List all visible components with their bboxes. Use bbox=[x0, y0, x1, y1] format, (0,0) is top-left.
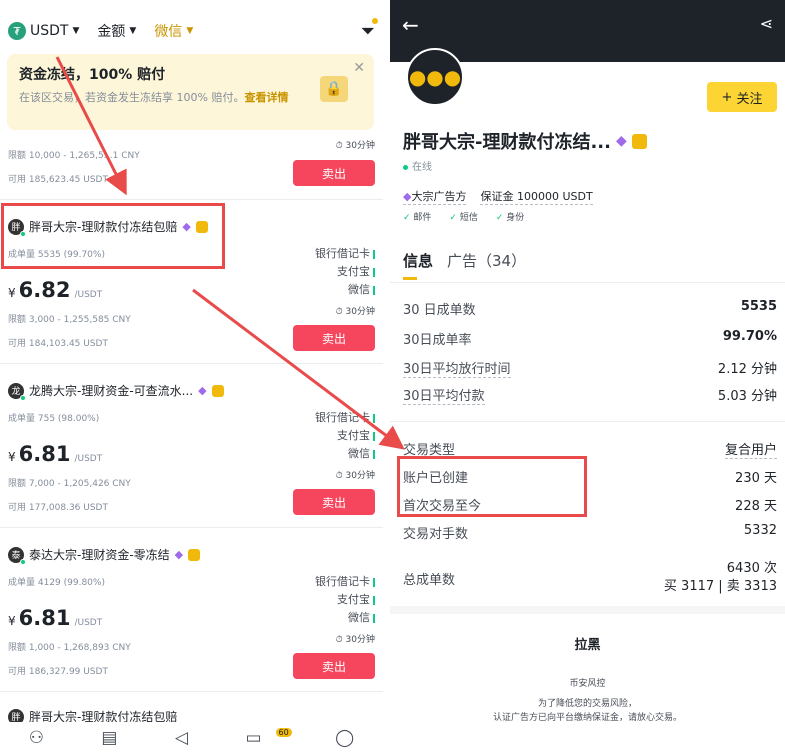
annotation-box bbox=[1, 203, 225, 269]
verifications: 邮件 短信 身份 bbox=[403, 210, 524, 223]
add-user-icon: + bbox=[721, 89, 737, 105]
tab-ads[interactable]: 广告（34） bbox=[447, 250, 526, 280]
limit-text: 限额 3,000 - 1,255,585 CNY bbox=[8, 315, 131, 325]
tab-info[interactable]: 信息 bbox=[403, 250, 433, 280]
payment-methods: 银行借记卡 支付宝 微信 bbox=[315, 409, 375, 463]
avatar: 泰 bbox=[8, 546, 26, 565]
stat-row: 30日成单率 99.70% bbox=[403, 329, 777, 348]
filter-bar: ₮ USDT ▼ 金额 ▼ 微信 ▼ ⏷ bbox=[0, 0, 383, 62]
block-button[interactable]: 拉黑 bbox=[390, 634, 785, 653]
p2p-icon[interactable]: ⚇ bbox=[29, 728, 44, 748]
offer-card: 泰 泰达大宗-理财资金-零冻结 ◆ 成单量 4129 (99.80%) 银行借记… bbox=[0, 528, 383, 692]
profile-tabs: 信息 广告（34） bbox=[403, 250, 526, 280]
amount-selector[interactable]: 金额 ▼ bbox=[97, 21, 136, 41]
shield-icon bbox=[211, 384, 224, 397]
ads-icon[interactable]: ◁ bbox=[175, 728, 188, 748]
price: ¥6.81/USDT bbox=[8, 442, 103, 466]
follow-button[interactable]: + 关注 bbox=[707, 82, 777, 112]
notice-title: 资金冻结，100% 赔付 bbox=[19, 67, 166, 83]
shield-icon bbox=[188, 548, 201, 561]
notice-text: 在该区交易，若资金发生冻结享 100% 赔付。查看详情 bbox=[19, 91, 289, 104]
bottom-nav: ⚇ ▤ ◁ ▭ 60 ◯ bbox=[0, 722, 383, 754]
limit-text: 限额 10,000 - 1,265,5…1 CNY bbox=[8, 151, 140, 161]
timer-text: ⏱ 30分钟 bbox=[335, 471, 375, 481]
share-icon[interactable]: ⋖ bbox=[760, 14, 773, 33]
tag-advertiser[interactable]: ◆大宗广告方 bbox=[403, 188, 467, 205]
avatar: ●●● bbox=[406, 48, 464, 106]
shield-icon bbox=[631, 133, 647, 149]
sell-button[interactable]: 卖出 bbox=[293, 160, 375, 186]
tether-icon: ₮ bbox=[8, 22, 26, 40]
payment-label: 微信 bbox=[154, 24, 183, 40]
freeze-notice: 资金冻结，100% 赔付 在该区交易，若资金发生冻结享 100% 赔付。查看详情… bbox=[7, 54, 374, 130]
diamond-icon: ◆ bbox=[198, 384, 207, 397]
merchant-profile-panel: ← ⋖ ●●● + 关注 胖哥大宗-理财款付冻结... ◆ 在线 ◆大宗广告方 … bbox=[390, 0, 785, 754]
detail-row: 交易对手数 5332 bbox=[403, 523, 777, 542]
avatar: 龙 bbox=[8, 382, 26, 401]
merchant-name: 胖哥大宗-理财款付冻结... ◆ bbox=[403, 128, 647, 154]
available-text: 可用 177,008.36 USDT bbox=[8, 503, 108, 513]
profile-icon[interactable]: ◯ bbox=[335, 728, 354, 748]
chat-icon[interactable]: ▭ 60 bbox=[245, 728, 292, 748]
coin-selector[interactable]: ₮ USDT ▼ bbox=[8, 22, 79, 40]
filter-icon[interactable]: ⏷ bbox=[361, 17, 378, 42]
orders-icon[interactable]: ▤ bbox=[101, 728, 117, 748]
caret-down-icon: ▼ bbox=[72, 26, 80, 36]
stat-row: 30 日成单数 5535 bbox=[403, 299, 777, 318]
diamond-icon: ◆ bbox=[174, 548, 184, 561]
total-orders-row: 总成单数 6430 次买 3117 | 卖 3313 bbox=[403, 561, 777, 594]
available-text: 可用 186,327.99 USDT bbox=[8, 667, 108, 677]
limit-text: 限额 1,000 - 1,268,893 CNY bbox=[8, 643, 131, 653]
available-text: 可用 185,623.45 USDT bbox=[8, 175, 108, 185]
online-status: 在线 bbox=[403, 158, 432, 173]
payment-methods: 银行借记卡 支付宝 微信 bbox=[315, 573, 375, 627]
timer-text: ⏱ 30分钟 bbox=[335, 307, 375, 317]
price: ¥6.81/USDT bbox=[8, 606, 103, 630]
diamond-icon: ◆ bbox=[615, 133, 627, 149]
tag-deposit[interactable]: 保证金 100000 USDT bbox=[480, 188, 593, 205]
limit-text: 限额 7,000 - 1,205,426 CNY bbox=[8, 479, 131, 489]
price: ¥6.82/USDT bbox=[8, 278, 103, 302]
stat-row: 30日平均付款 5.03 分钟 bbox=[403, 385, 777, 405]
notice-detail-link[interactable]: 查看详情 bbox=[244, 91, 288, 104]
sell-button[interactable]: 卖出 bbox=[293, 489, 375, 515]
payment-selector[interactable]: 微信 ▼ bbox=[154, 21, 193, 41]
risk-notice: 币安风控 为了降低您的交易风险， 认证广告方已向平台缴纳保证金，请放心交易。 bbox=[492, 679, 682, 723]
timer-text: ⏱ 30分钟 bbox=[335, 635, 375, 645]
close-icon[interactable]: ✕ bbox=[353, 60, 365, 76]
caret-down-icon: ▼ bbox=[129, 26, 137, 36]
back-arrow-icon[interactable]: ← bbox=[402, 13, 419, 37]
merchant-name[interactable]: 泰 泰达大宗-理财资金-零冻结 ◆ bbox=[8, 546, 201, 565]
chat-badge: 60 bbox=[275, 728, 292, 737]
stat-row: 30日平均放行时间 2.12 分钟 bbox=[403, 358, 777, 378]
caret-down-icon: ▼ bbox=[186, 26, 194, 36]
panel-gap bbox=[383, 0, 390, 754]
amount-label: 金额 bbox=[97, 24, 126, 40]
sell-button[interactable]: 卖出 bbox=[293, 653, 375, 679]
merchant-tags: ◆大宗广告方 保证金 100000 USDT bbox=[403, 188, 593, 205]
sell-button[interactable]: 卖出 bbox=[293, 325, 375, 351]
available-text: 可用 184,103.45 USDT bbox=[8, 339, 108, 349]
order-stats: 成单量 755 (98.00%) bbox=[8, 414, 100, 424]
lock-icon: 🔒 bbox=[320, 76, 348, 102]
order-stats: 成单量 4129 (99.80%) bbox=[8, 578, 105, 588]
offer-card: 胖 胖哥大宗-理财款付冻结包赔 bbox=[0, 692, 383, 725]
timer-text: ⏱ 30分钟 bbox=[335, 141, 375, 151]
merchant-name[interactable]: 龙 龙腾大宗-理财资金-可查流水... ◆ bbox=[8, 382, 224, 401]
offer-card: 龙 龙腾大宗-理财资金-可查流水... ◆ 成单量 755 (98.00%) 银… bbox=[0, 364, 383, 528]
coin-label: USDT bbox=[30, 23, 69, 39]
offer-list-panel: ₮ USDT ▼ 金额 ▼ 微信 ▼ ⏷ 资金冻结，100% 赔付 在该区交易，… bbox=[0, 0, 383, 754]
block-section: 拉黑 币安风控 为了降低您的交易风险， 认证广告方已向平台缴纳保证金，请放心交易… bbox=[390, 606, 785, 754]
offer-card: 限额 10,000 - 1,265,5…1 CNY ⏱ 30分钟 可用 185,… bbox=[0, 130, 383, 200]
payment-methods: 银行借记卡 支付宝 微信 bbox=[315, 245, 375, 299]
annotation-box bbox=[397, 456, 587, 517]
